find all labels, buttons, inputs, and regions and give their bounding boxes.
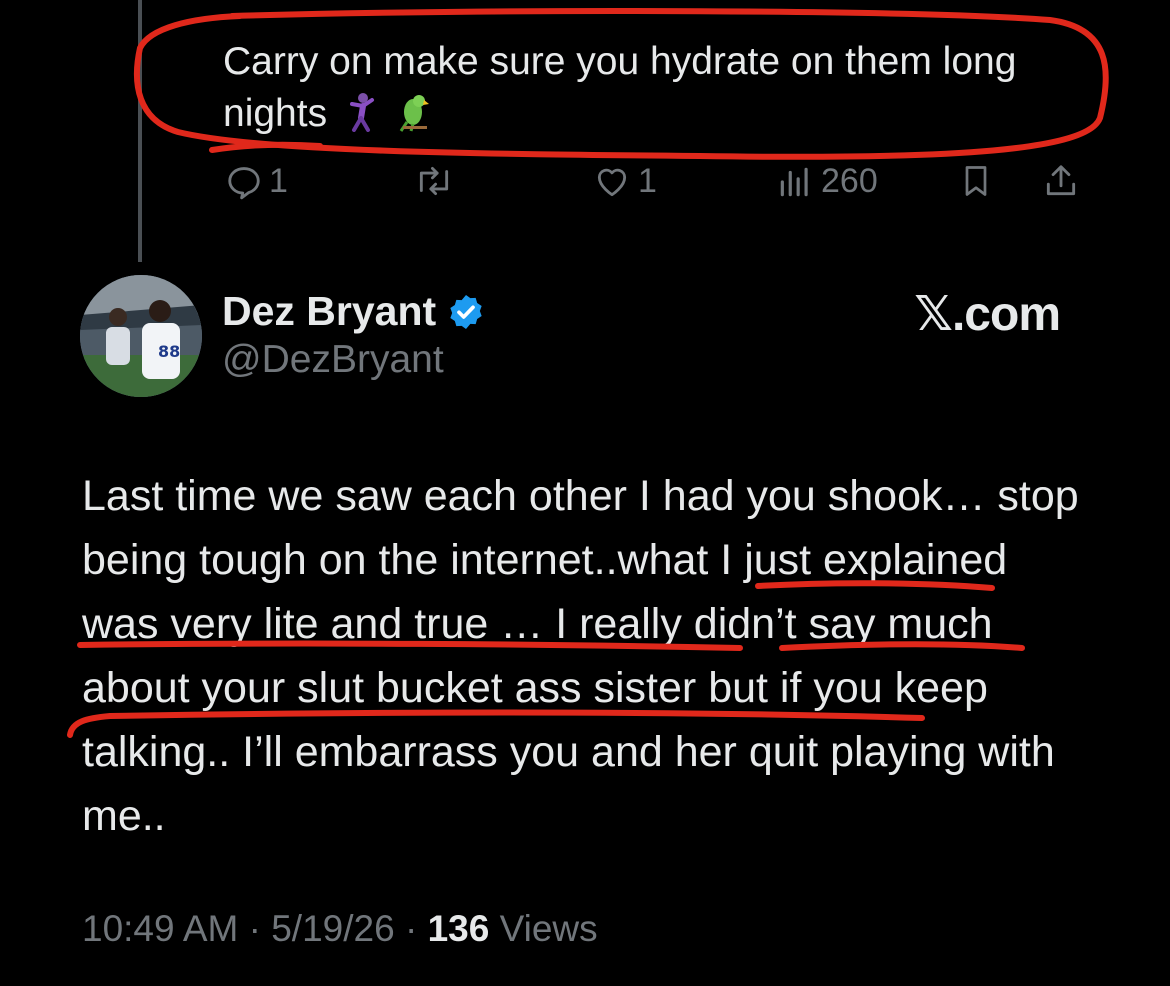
- tweet-time[interactable]: 10:49 AM: [82, 908, 238, 949]
- author-handle[interactable]: @DezBryant: [222, 338, 444, 382]
- repost-button[interactable]: [413, 162, 461, 200]
- tweet-views-label: Views: [499, 908, 598, 949]
- x-com-watermark: 𝕏.com: [914, 288, 1061, 341]
- tweet-date[interactable]: 5/19/26: [271, 908, 394, 949]
- author-name-text: Dez Bryant: [222, 288, 437, 334]
- heart-icon: [597, 168, 627, 196]
- reply-icon: [228, 166, 260, 199]
- parrot-emoji: [395, 92, 435, 146]
- reply-button[interactable]: 1: [225, 162, 288, 201]
- share-button[interactable]: [1042, 162, 1080, 200]
- dancing-man-emoji: [344, 92, 378, 146]
- analytics-icon: [780, 167, 808, 196]
- tweet-meta: 10:49 AM · 5/19/26 · 136 Views: [82, 908, 598, 950]
- like-count: 1: [638, 162, 657, 200]
- bookmark-button[interactable]: [958, 162, 994, 200]
- reply-text-content: Carry on make sure you hydrate on them l…: [223, 40, 1017, 135]
- views-count: 260: [821, 162, 878, 200]
- tweet-views-count: 136: [427, 908, 490, 949]
- thread-connector-line: [138, 0, 142, 262]
- avatar-photo: 88: [80, 275, 202, 397]
- author-name[interactable]: Dez Bryant: [222, 288, 486, 335]
- like-button[interactable]: 1: [592, 162, 657, 201]
- meta-separator: ·: [248, 908, 272, 949]
- verified-badge-icon: [450, 294, 482, 329]
- repost-icon: [419, 166, 449, 196]
- tweet-body-text: Last time we saw each other I had you sh…: [82, 472, 1079, 840]
- reply-action-bar: 1 1 260: [0, 162, 1170, 206]
- author-avatar[interactable]: 88: [80, 275, 202, 397]
- bookmark-icon: [965, 166, 987, 196]
- share-icon: [1046, 165, 1076, 196]
- reply-count: 1: [269, 162, 288, 200]
- reply-tweet-text: Carry on make sure you hydrate on them l…: [223, 36, 1103, 146]
- svg-text:88: 88: [158, 342, 180, 361]
- meta-separator: ·: [404, 908, 428, 949]
- views-button[interactable]: 260: [775, 162, 878, 201]
